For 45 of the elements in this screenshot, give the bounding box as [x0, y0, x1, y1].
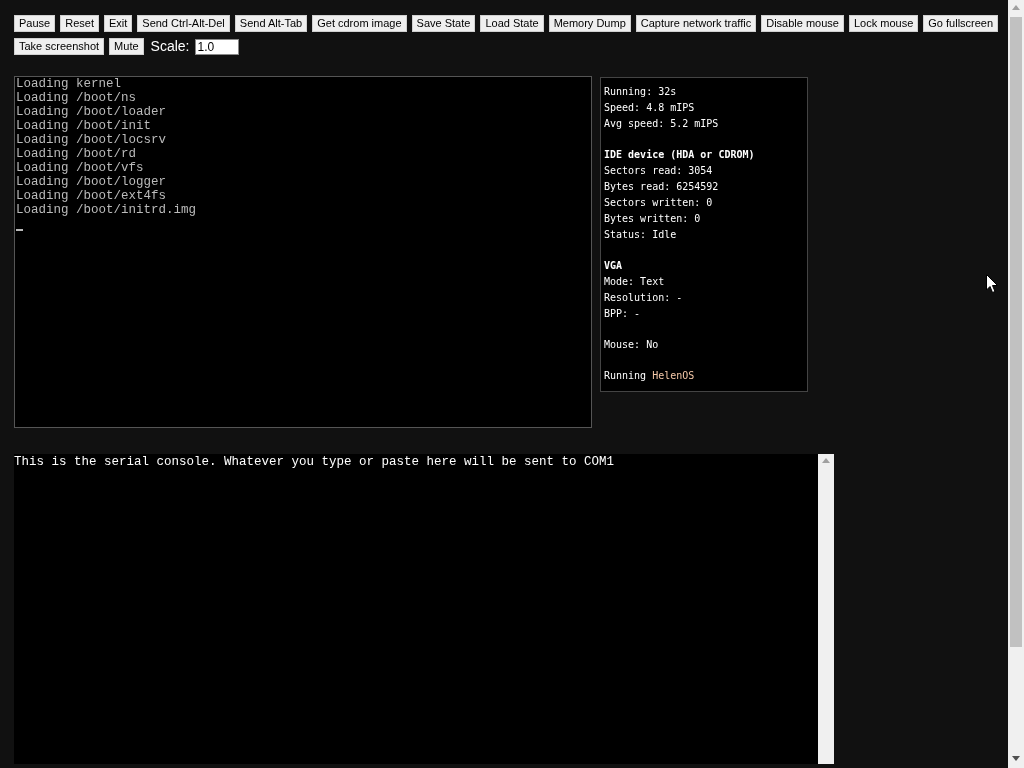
os-name: HelenOS — [652, 370, 695, 381]
console-line: Loading /boot/loader — [16, 105, 167, 119]
toolbar-button[interactable]: Memory Dump — [548, 15, 631, 32]
toolbar-button[interactable]: Exit — [103, 15, 133, 32]
console-line: Loading /boot/ext4fs — [16, 189, 167, 203]
toolbar-button[interactable]: Capture network traffic — [635, 15, 757, 32]
toolbar-button[interactable]: Load State — [480, 15, 544, 32]
scale-label: Scale: — [150, 37, 190, 56]
toolbar-button[interactable]: Disable mouse — [761, 15, 844, 32]
console-line: Loading /boot/logger — [16, 175, 167, 189]
serial-console[interactable]: This is the serial console. Whatever you type or paste here will be sent to COM1 — [14, 454, 818, 764]
emulator-screen[interactable]: Loading kernel Loading /boot/ns Loading /boot/loader Loading /boot/init Loading /boot/locsrv Loading /boot/rd Loading /boot/vfs Loading /boot/logger Loading /boot/ext4fs Loading /boot/initrd.img — [14, 76, 592, 428]
stats-line: Resolution: - — [604, 291, 684, 305]
stats-line: Avg speed: 5.2 mIPS — [604, 117, 720, 131]
stats-line: Bytes written: 0 — [604, 212, 702, 226]
toolbar-button[interactable]: Reset — [60, 15, 99, 32]
toolbar-button[interactable]: Send Ctrl-Alt-Del — [137, 15, 230, 32]
console-line: Loading /boot/initrd.img — [16, 203, 197, 217]
toolbar-button[interactable]: Send Alt-Tab — [234, 15, 308, 32]
scale-field[interactable]: 1.0 — [194, 38, 239, 55]
stats-heading: VGA — [604, 259, 624, 273]
console-line: Loading kernel — [16, 77, 122, 91]
console-line: Loading /boot/locsrv — [16, 133, 167, 147]
stats-line: Mouse: No — [604, 338, 660, 352]
toolbar-button[interactable]: Lock mouse — [849, 15, 919, 32]
stats-heading: IDE device (HDA or CDROM) — [604, 148, 756, 162]
console-line: Loading /boot/init — [16, 119, 152, 133]
stats-line: Bytes read: 6254592 — [604, 180, 720, 194]
stats-line: Mode: Text — [604, 275, 666, 289]
console-line: Loading /boot/ns — [16, 91, 137, 105]
stats-line: BPP: - — [604, 307, 642, 321]
toolbar-button[interactable]: Pause — [14, 15, 56, 32]
toolbar-button[interactable]: Save State — [411, 15, 476, 32]
stats-line: Sectors written: 0 — [604, 196, 714, 210]
stats-line: Sectors read: 3054 — [604, 164, 714, 178]
console-line: Loading /boot/rd — [16, 147, 137, 161]
stats-label: Running — [604, 370, 647, 381]
stats-line: Status: Idle — [604, 228, 678, 242]
stats-line: Speed: 4.8 mIPS — [604, 101, 696, 115]
toolbar-button[interactable]: Go fullscreen — [923, 15, 999, 32]
console-line: Loading /boot/vfs — [16, 161, 144, 175]
toolbar-button[interactable]: Get cdrom image — [312, 15, 407, 32]
stats-line: Running: 32s — [604, 85, 678, 99]
toolbar-button[interactable]: Mute — [109, 38, 144, 55]
toolbar-button[interactable]: Take screenshot — [14, 38, 105, 55]
